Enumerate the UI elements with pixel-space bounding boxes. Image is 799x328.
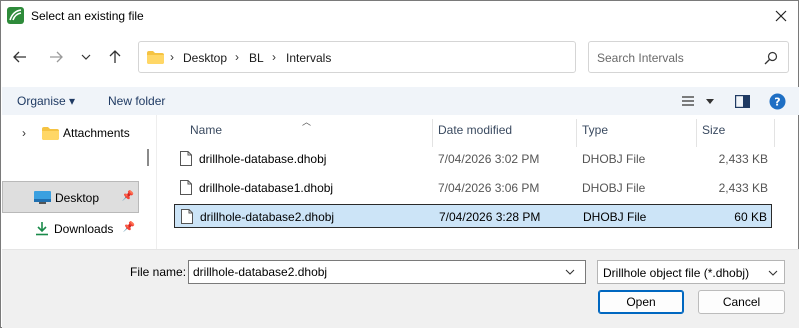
view-dropdown-button[interactable]	[701, 92, 719, 110]
file-size: 2,433 KB	[718, 181, 768, 195]
chevron-right-icon[interactable]: ›	[22, 126, 26, 140]
navigation-pane: › Attachments Desktop 📌 Downloads 📌	[2, 115, 157, 249]
file-name: drillhole-database1.dhobj	[199, 181, 334, 195]
chevron-right-icon: ›	[272, 50, 276, 64]
address-bar[interactable]: › Desktop › BL › Intervals	[138, 41, 576, 73]
file-name: drillhole-database.dhobj	[199, 152, 327, 166]
file-type: DHOBJ File	[583, 210, 647, 224]
chevron-right-icon: ›	[170, 50, 174, 64]
preview-pane-icon	[734, 94, 750, 108]
pane-scrollbar-thumb[interactable]	[147, 149, 149, 166]
help-button[interactable]: ?	[768, 92, 786, 110]
title-bar: Select an existing file	[1, 1, 798, 31]
dialog-title: Select an existing file	[31, 9, 144, 23]
file-type: DHOBJ File	[582, 181, 646, 195]
file-type: DHOBJ File	[582, 152, 646, 166]
file-icon	[180, 151, 192, 166]
dialog-footer: File name: Drillhole object file (*.dhob…	[2, 249, 799, 328]
back-button[interactable]	[9, 46, 31, 68]
chevron-down-icon	[81, 54, 91, 60]
pane-divider	[156, 115, 157, 249]
list-view-icon	[682, 96, 694, 106]
desktop-icon	[34, 191, 51, 204]
pin-icon: 📌	[121, 191, 134, 202]
view-options-button[interactable]	[679, 92, 697, 110]
pin-icon: 📌	[122, 222, 135, 233]
file-type-filter-value: Drillhole object file (*.dhobj)	[603, 266, 750, 280]
command-toolbar: Organise ▾ New folder ?	[2, 87, 799, 115]
file-row-selected[interactable]: drillhole-database2.dhobj 7/04/2026 3:28…	[174, 204, 772, 228]
folder-icon	[42, 127, 59, 140]
nav-item-label: Desktop	[55, 191, 100, 205]
organise-menu[interactable]: Organise ▾	[17, 94, 75, 108]
file-row[interactable]: drillhole-database1.dhobj 7/04/2026 3:06…	[174, 176, 772, 200]
forward-button[interactable]	[45, 46, 67, 68]
svg-text:?: ?	[774, 95, 780, 108]
column-header-size[interactable]: Size	[702, 123, 725, 137]
arrow-right-icon	[50, 51, 63, 63]
app-icon	[7, 7, 24, 24]
chevron-down-icon	[768, 270, 778, 276]
cancel-button[interactable]: Cancel	[698, 290, 785, 314]
nav-item-label: Downloads	[54, 222, 114, 236]
close-icon	[775, 10, 787, 22]
column-header-name[interactable]: Name	[190, 123, 222, 137]
file-icon	[180, 180, 192, 195]
file-size: 60 KB	[734, 210, 767, 224]
up-button[interactable]	[104, 46, 126, 68]
file-row[interactable]: drillhole-database.dhobj 7/04/2026 3:02 …	[174, 147, 772, 171]
file-dialog: Select an existing file › Desktop › BL ›…	[0, 0, 799, 328]
preview-pane-button[interactable]	[733, 92, 751, 110]
search-input[interactable]: Search Intervals	[588, 41, 789, 73]
navigation-row: › Desktop › BL › Intervals Search Interv…	[1, 39, 798, 75]
nav-item-desktop[interactable]: Desktop 📌	[2, 181, 139, 213]
file-list: ︿ Name Date modified Type Size drillhole…	[158, 115, 798, 249]
file-name: drillhole-database2.dhobj	[200, 210, 335, 224]
search-icon	[764, 51, 778, 65]
file-size: 2,433 KB	[718, 152, 768, 166]
column-divider[interactable]	[576, 119, 577, 147]
chevron-right-icon: ›	[235, 50, 239, 64]
arrow-left-icon	[13, 51, 26, 63]
nav-item-downloads[interactable]: Downloads 📌	[2, 213, 139, 245]
chevron-down-icon[interactable]	[565, 269, 575, 275]
open-button[interactable]: Open	[598, 290, 684, 314]
file-icon	[181, 209, 193, 224]
sort-ascending-icon: ︿	[302, 117, 312, 127]
file-name-field[interactable]	[188, 260, 586, 284]
folder-icon	[147, 51, 164, 64]
column-header-type[interactable]: Type	[582, 123, 608, 137]
file-date: 7/04/2026 3:06 PM	[438, 181, 540, 195]
breadcrumb-bl[interactable]: BL	[249, 51, 264, 65]
new-folder-button[interactable]: New folder	[108, 94, 165, 108]
file-date: 7/04/2026 3:28 PM	[439, 210, 541, 224]
file-name-label: File name:	[130, 265, 187, 279]
close-button[interactable]	[770, 5, 792, 27]
nav-item-attachments[interactable]: › Attachments	[2, 117, 139, 149]
arrow-up-icon	[109, 50, 121, 63]
search-placeholder: Search Intervals	[597, 51, 684, 65]
nav-item-label: Attachments	[63, 126, 130, 140]
column-divider[interactable]	[774, 119, 775, 147]
caret-down-icon	[706, 98, 714, 104]
file-date: 7/04/2026 3:02 PM	[438, 152, 540, 166]
help-icon: ?	[769, 93, 785, 109]
breadcrumb-intervals[interactable]: Intervals	[286, 51, 331, 65]
file-type-filter[interactable]: Drillhole object file (*.dhobj)	[597, 260, 785, 284]
breadcrumb-desktop[interactable]: Desktop	[183, 51, 227, 65]
download-icon	[36, 222, 48, 236]
column-divider[interactable]	[696, 119, 697, 147]
recent-locations-button[interactable]	[75, 46, 97, 68]
column-divider[interactable]	[432, 119, 433, 147]
column-header-date[interactable]: Date modified	[438, 123, 512, 137]
